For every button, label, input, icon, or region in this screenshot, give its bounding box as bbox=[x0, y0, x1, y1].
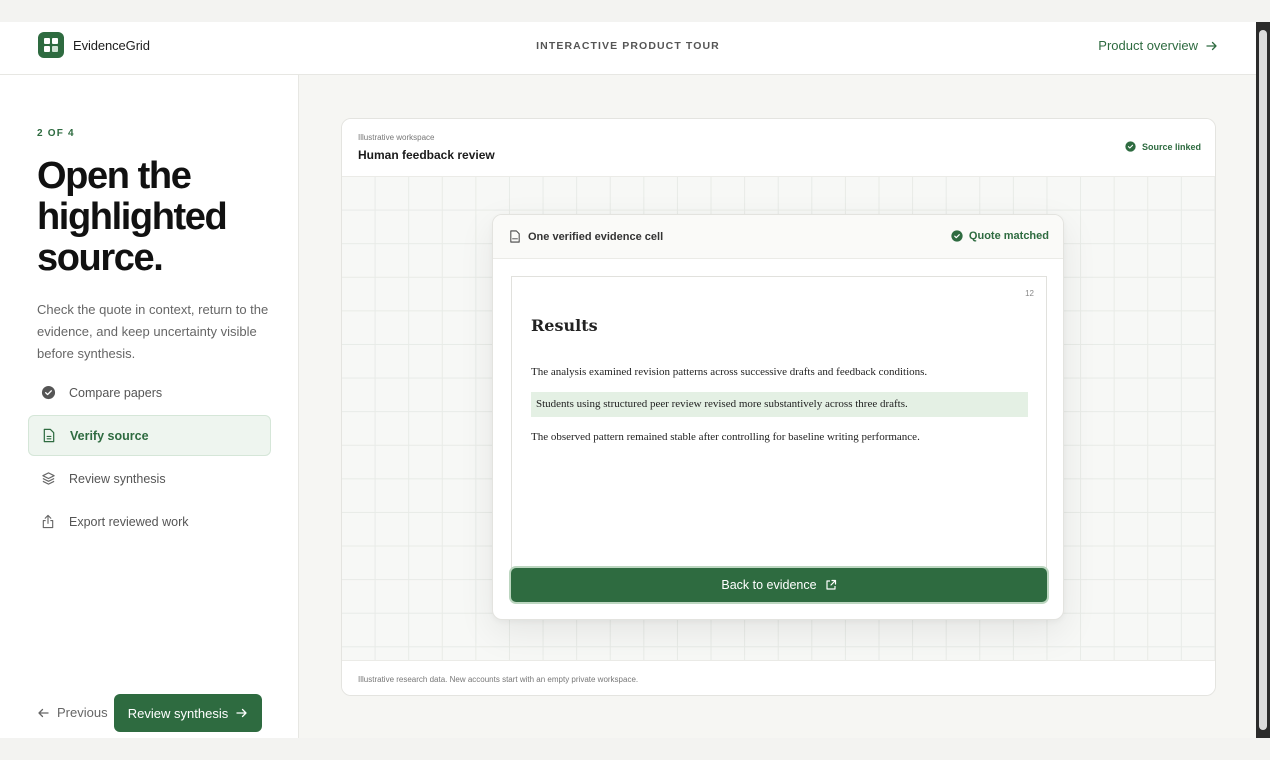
step-export-reviewed-work[interactable]: Export reviewed work bbox=[28, 501, 271, 542]
top-bar: EvidenceGrid INTERACTIVE PRODUCT TOUR Pr… bbox=[0, 22, 1256, 75]
step-description: Check the quote in context, return to th… bbox=[37, 302, 269, 361]
arrow-left-icon bbox=[38, 708, 49, 717]
product-overview-label: Product overview bbox=[1098, 38, 1198, 53]
window-scrollbar[interactable] bbox=[1256, 22, 1270, 738]
evidence-card-title-text: One verified evidence cell bbox=[528, 230, 664, 243]
workspace-header: Illustrative workspace Human feedback re… bbox=[342, 119, 1215, 177]
step-label: Export reviewed work bbox=[69, 514, 189, 529]
back-to-evidence-label: Back to evidence bbox=[721, 578, 817, 592]
layers-icon bbox=[40, 471, 56, 487]
document-heading: Results bbox=[531, 316, 598, 335]
page-number: 12 bbox=[1025, 289, 1034, 298]
document-paragraph: The analysis examined revision patterns … bbox=[531, 366, 928, 378]
workspace-subtitle: Illustrative workspace bbox=[358, 133, 435, 142]
tour-steps: Compare papers Verify source Review synt… bbox=[28, 372, 271, 544]
workspace-footer: Illustrative research data. New accounts… bbox=[342, 660, 1215, 695]
arrow-right-icon bbox=[236, 708, 247, 718]
page-title: Open the highlighted source. bbox=[37, 155, 228, 279]
document-icon bbox=[41, 428, 57, 444]
evidence-card: One verified evidence cell Quote matched… bbox=[492, 214, 1064, 620]
previous-button[interactable]: Previous bbox=[37, 705, 108, 720]
tour-label: INTERACTIVE PRODUCT TOUR bbox=[536, 40, 720, 52]
app-frame: EvidenceGrid INTERACTIVE PRODUCT TOUR Pr… bbox=[0, 22, 1256, 738]
tour-sidebar: 2 OF 4 Open the highlighted source. Chec… bbox=[0, 75, 299, 738]
step-compare-papers[interactable]: Compare papers bbox=[28, 372, 271, 413]
step-counter: 2 OF 4 bbox=[37, 128, 75, 139]
external-link-icon bbox=[825, 579, 836, 590]
evidence-card-title: One verified evidence cell bbox=[509, 230, 663, 243]
check-circle-icon bbox=[40, 385, 56, 401]
source-linked-label: Source linked bbox=[1141, 141, 1201, 152]
evidence-card-header: One verified evidence cell Quote matched bbox=[493, 215, 1063, 259]
highlighted-quote: Students using structured peer review re… bbox=[531, 392, 1028, 417]
check-circle-icon bbox=[1125, 141, 1136, 152]
next-step-button[interactable]: Review synthesis bbox=[114, 694, 262, 732]
step-verify-source[interactable]: Verify source bbox=[28, 415, 271, 456]
step-review-synthesis[interactable]: Review synthesis bbox=[28, 458, 271, 499]
source-linked-badge: Source linked bbox=[1125, 141, 1201, 152]
step-label: Review synthesis bbox=[69, 471, 166, 486]
step-label: Compare papers bbox=[69, 385, 163, 400]
quote-matched-label: Quote matched bbox=[968, 230, 1049, 242]
source-document-page: 12 Results The analysis examined revisio… bbox=[511, 276, 1047, 586]
step-label: Verify source bbox=[70, 428, 149, 443]
back-to-evidence-button[interactable]: Back to evidence bbox=[511, 568, 1047, 602]
scrollbar-thumb[interactable] bbox=[1259, 30, 1267, 730]
workspace-footer-note: Illustrative research data. New accounts… bbox=[358, 675, 639, 684]
document-paragraph: The observed pattern remained stable aft… bbox=[531, 431, 920, 443]
workspace-title: Human feedback review bbox=[358, 148, 495, 162]
share-icon bbox=[40, 514, 56, 530]
product-overview-link[interactable]: Product overview bbox=[1098, 38, 1218, 53]
pdf-file-icon bbox=[510, 230, 520, 243]
next-step-label: Review synthesis bbox=[127, 705, 229, 721]
check-circle-icon bbox=[951, 230, 963, 242]
arrow-right-icon bbox=[1206, 41, 1217, 50]
previous-label: Previous bbox=[57, 705, 108, 720]
quote-matched-badge: Quote matched bbox=[951, 230, 1049, 242]
